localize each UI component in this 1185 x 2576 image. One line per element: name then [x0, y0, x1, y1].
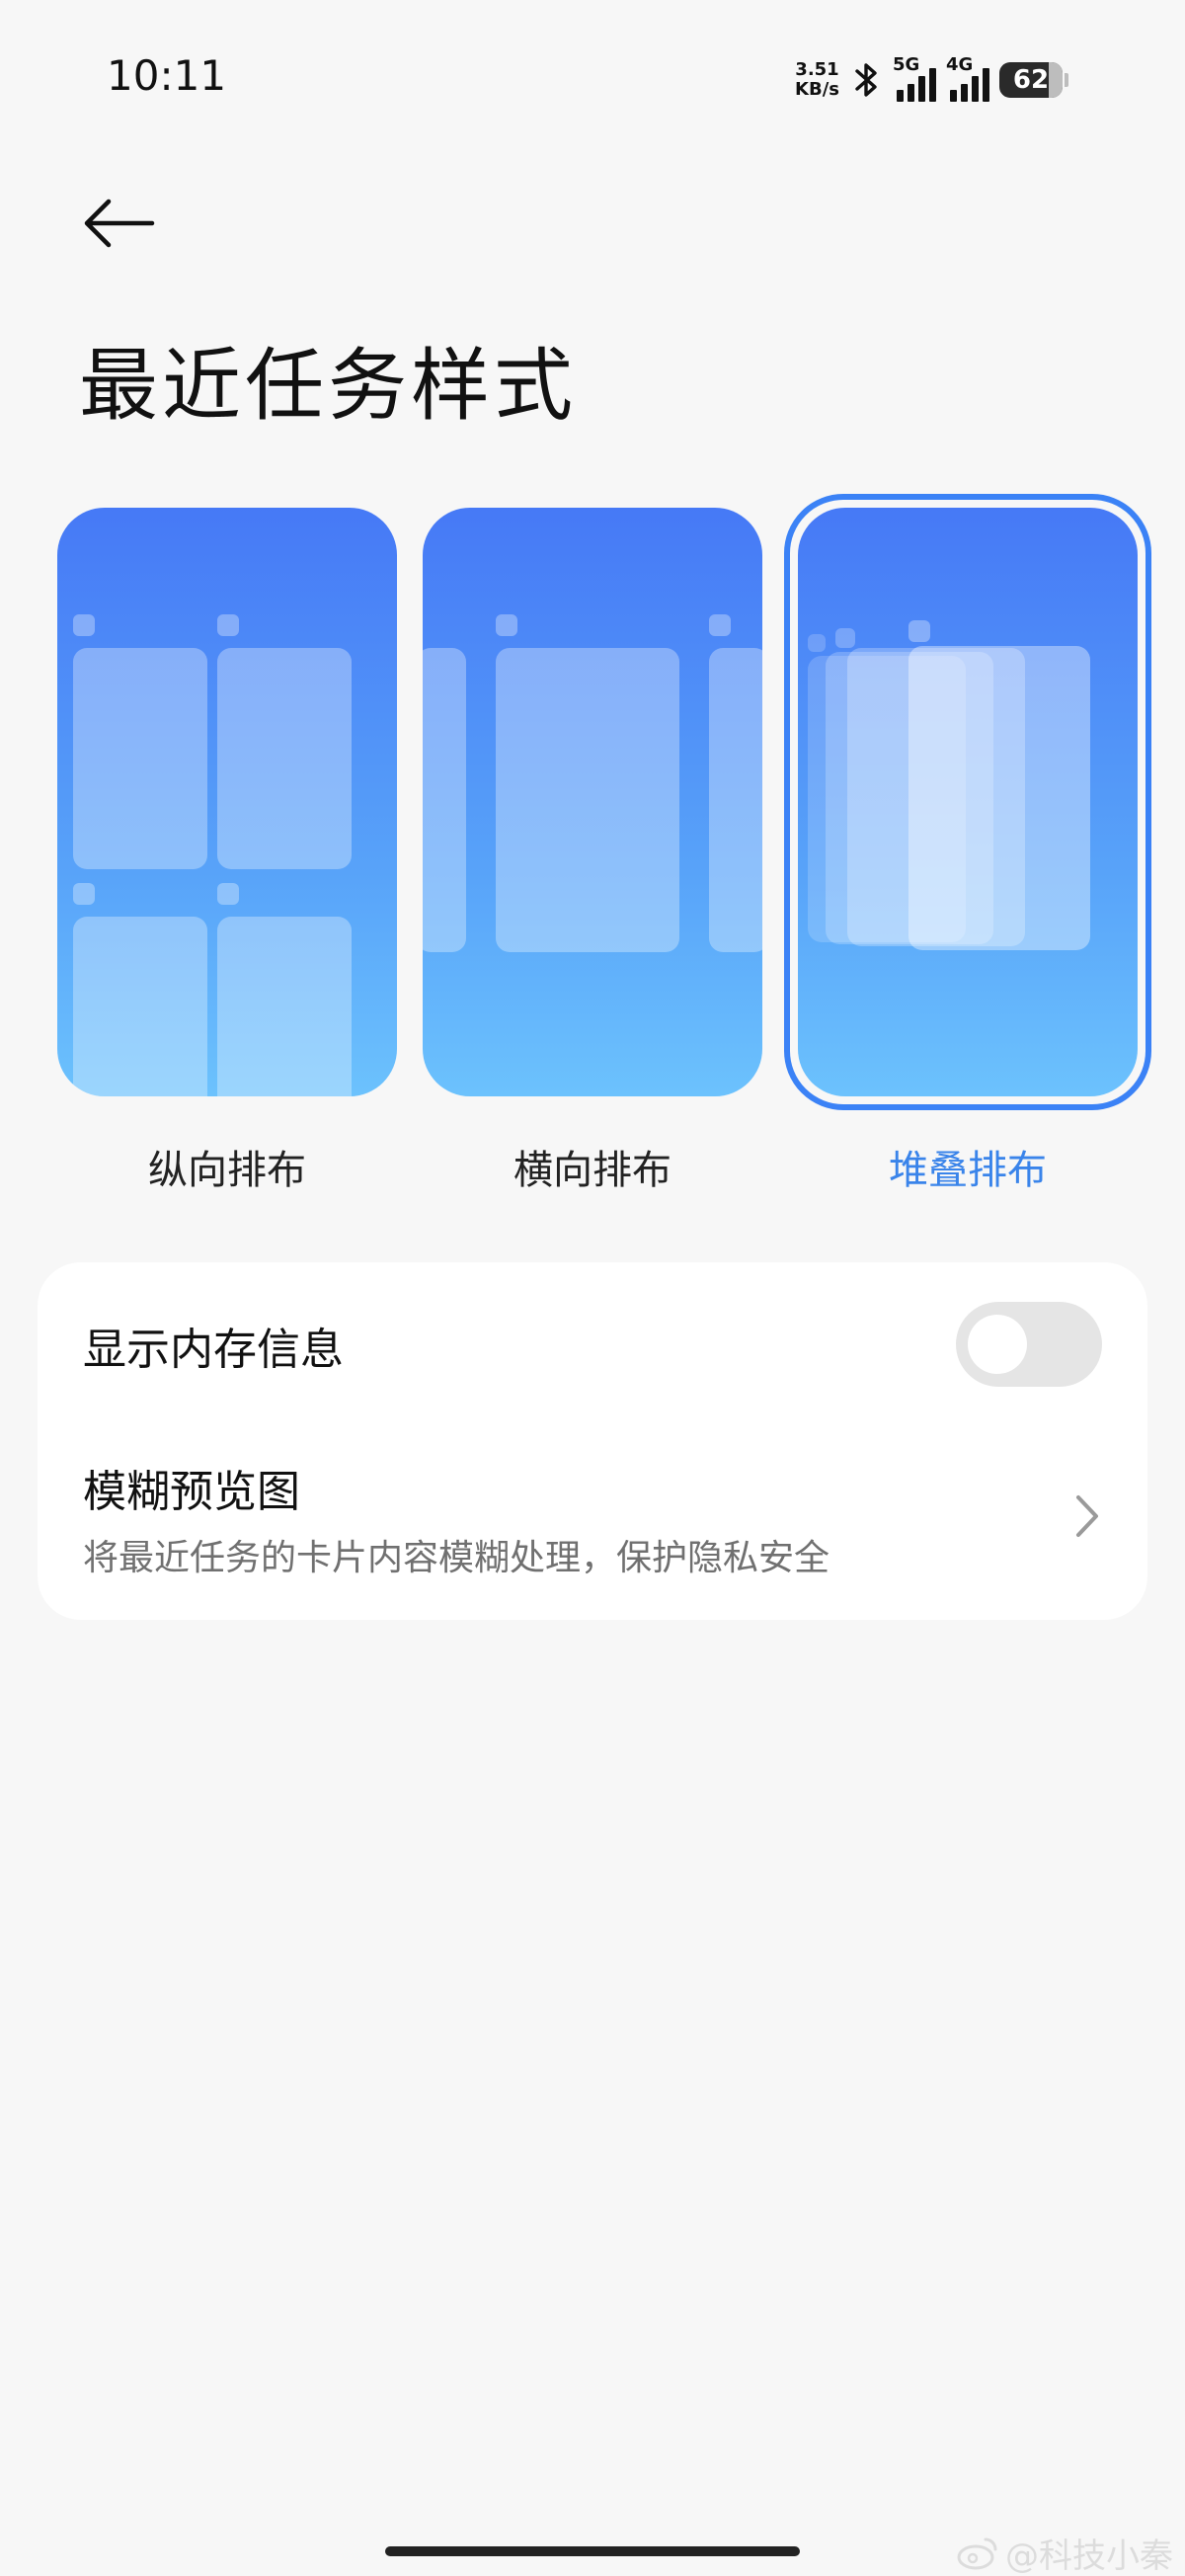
bluetooth-icon: [855, 63, 877, 97]
battery-level: 62: [1012, 65, 1050, 95]
status-time: 10:11: [107, 51, 227, 100]
memory-info-toggle[interactable]: [956, 1302, 1102, 1387]
signal-5g-icon: 5G: [893, 54, 936, 102]
back-button[interactable]: [79, 194, 158, 253]
signal-4g-icon: 4G: [946, 54, 989, 102]
memory-info-label: 显示内存信息: [83, 1325, 344, 1375]
stacked-layout-preview: [798, 508, 1138, 1096]
network-speed-unit: KB/s: [795, 79, 839, 100]
chevron-right-icon: [1076, 1495, 1098, 1537]
horizontal-layout-preview: [423, 508, 762, 1096]
sim1-label: 5G: [893, 54, 920, 75]
blur-preview-label: 模糊预览图: [83, 1467, 300, 1517]
home-indicator[interactable]: [385, 2546, 800, 2556]
network-speed: 3.51 KB/s: [795, 60, 839, 100]
style-option-label: 横向排布: [514, 1148, 672, 1193]
sim2-label: 4G: [946, 54, 974, 75]
style-option-horizontal[interactable]: 横向排布: [409, 494, 776, 1195]
settings-card: 显示内存信息 模糊预览图 将最近任务的卡片内容模糊处理，保护隐私安全: [38, 1262, 1147, 1620]
network-speed-value: 3.51: [795, 59, 839, 80]
vertical-layout-preview: [57, 508, 397, 1096]
watermark: @科技小秦: [956, 2529, 1173, 2576]
watermark-text: @科技小秦: [1005, 2536, 1173, 2576]
recent-tasks-style-page: 10:11 3.51 KB/s 5G 4G 62 最近任务样式 纵向排布 横向排…: [0, 0, 1185, 2576]
toggle-knob: [968, 1315, 1027, 1374]
style-preview-frame: [43, 494, 411, 1110]
style-option-label: 纵向排布: [148, 1148, 306, 1193]
style-option-stacked[interactable]: 堆叠排布: [784, 494, 1151, 1195]
memory-info-row[interactable]: 显示内存信息: [38, 1262, 1147, 1426]
arrow-left-icon: [84, 199, 155, 248]
style-option-vertical[interactable]: 纵向排布: [43, 494, 411, 1195]
page-title: 最近任务样式: [79, 340, 577, 432]
status-icons: 3.51 KB/s 5G 4G 62: [795, 54, 1068, 105]
blur-preview-description: 将最近任务的卡片内容模糊处理，保护隐私安全: [83, 1538, 830, 1578]
blur-preview-row[interactable]: 模糊预览图 将最近任务的卡片内容模糊处理，保护隐私安全: [38, 1426, 1147, 1620]
battery-icon: 62: [999, 62, 1068, 98]
weibo-logo-icon: [957, 2537, 997, 2569]
style-preview-frame: [409, 494, 776, 1110]
style-option-label: 堆叠排布: [889, 1148, 1047, 1193]
style-preview-frame-selected: [784, 494, 1151, 1110]
